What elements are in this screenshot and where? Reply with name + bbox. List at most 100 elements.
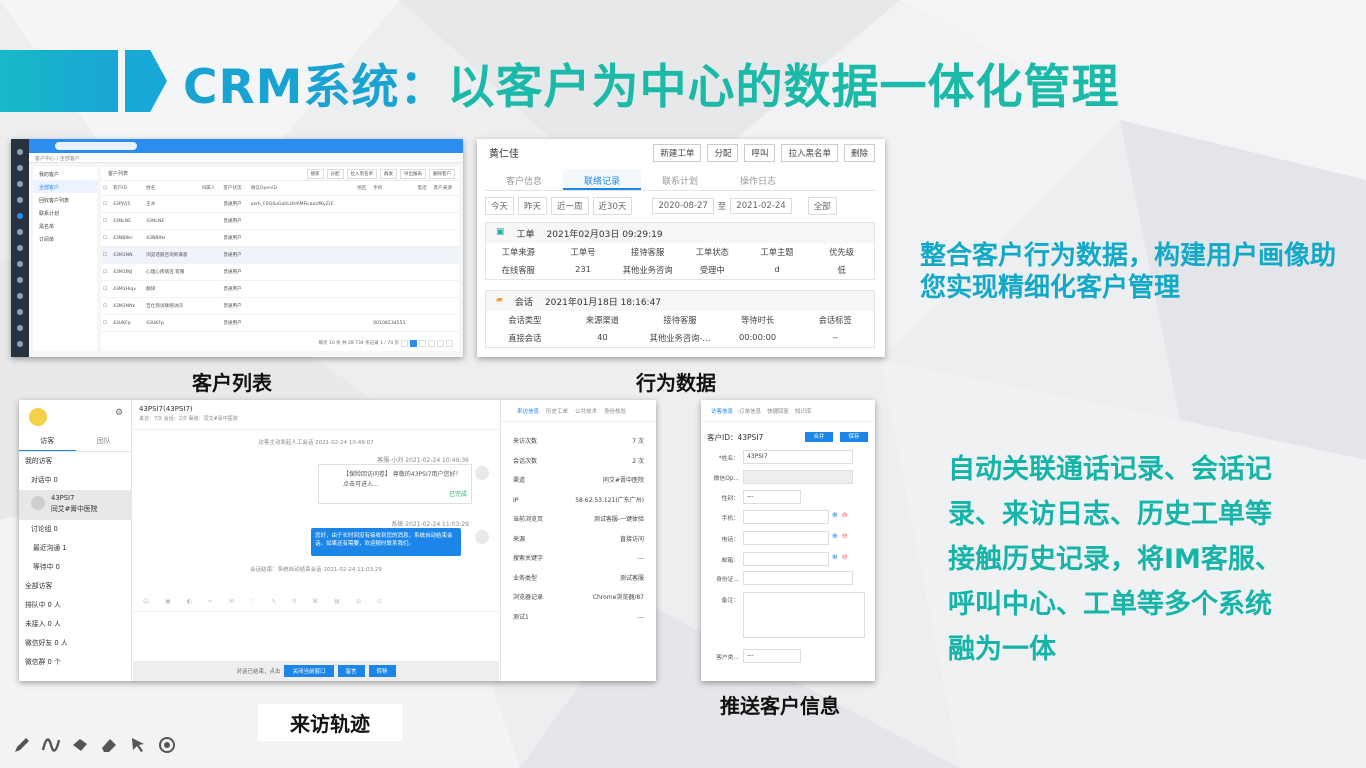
row-checkbox[interactable]: ☐	[101, 229, 111, 247]
toolbar-button[interactable]: 群发	[380, 168, 397, 179]
nav-item[interactable]: 回收客户列表	[33, 193, 97, 206]
filter-week[interactable]: 近一周	[551, 197, 589, 215]
editor-toolbar[interactable]: ☺ ▣ ◐ ✂ ✉ ♡ ✎ ⚲ ⌘ ▤ ◎ ⊙	[133, 598, 499, 612]
list-item[interactable]: 43PSI7 同艾#膏中医院	[19, 490, 132, 520]
filter-30days[interactable]: 近30天	[592, 197, 633, 215]
column-header[interactable]: 微信OpenID	[248, 181, 356, 196]
field-input[interactable]: 43PSI7	[743, 450, 853, 464]
tab-operation-log[interactable]: 操作日志	[719, 169, 797, 190]
table-row[interactable]: ☐ 43NB9kr 43NB9kr 普通用户	[101, 229, 459, 247]
target-icon[interactable]	[157, 735, 177, 755]
column-header[interactable]: 归属人	[199, 181, 222, 196]
column-header[interactable]: 电话	[415, 181, 432, 196]
column-header[interactable]: 客户来源	[431, 181, 459, 196]
list-item[interactable]: 对话中 0	[19, 471, 132, 490]
list-item[interactable]: 微信好友 0 人	[19, 634, 132, 653]
list-item[interactable]: 讨论组 0	[19, 520, 132, 539]
row-checkbox[interactable]: ☐	[101, 297, 111, 315]
toolbar-button[interactable]: 分配	[326, 168, 344, 179]
add-remove-icon[interactable]: ⊕ ⊖	[832, 532, 848, 540]
toolbar-button[interactable]: 导出报表	[400, 168, 426, 179]
new-ticket-button[interactable]: 新建工单	[653, 144, 702, 162]
list-item[interactable]: 最近沟通 1	[19, 539, 132, 558]
tab-history-tickets[interactable]: 历史工单	[546, 407, 568, 415]
delete-button[interactable]: 删除	[843, 144, 875, 162]
nav-item[interactable]: 订阅单	[33, 232, 97, 245]
tab-customer-info[interactable]: 客户信息	[485, 169, 563, 190]
table-row[interactable]: ☐ 43M1fNJ 心理心疾病咨 客服 普通用户	[101, 263, 459, 281]
gear-icon[interactable]: ⚙	[115, 408, 123, 418]
nav-item[interactable]: 我的客户	[33, 167, 97, 180]
assign-button[interactable]: 分配	[707, 144, 739, 162]
nav-item[interactable]: 黑名单	[33, 219, 97, 232]
tab-contact-plan[interactable]: 联系计划	[641, 169, 719, 190]
list-item[interactable]: 全部访客	[19, 577, 132, 596]
pen-icon[interactable]	[12, 735, 32, 755]
nav-item[interactable]: 全部客户	[33, 180, 97, 193]
scope-select[interactable]: 全部	[807, 197, 837, 215]
call-button[interactable]: 呼叫	[744, 144, 776, 162]
toolbar-button[interactable]: 删除客户	[429, 168, 455, 179]
eraser-icon[interactable]	[99, 735, 119, 755]
filter-today[interactable]: 今天	[485, 197, 515, 215]
field-input[interactable]	[743, 531, 829, 545]
table-row[interactable]: ☐ 43NLNE 43NLNE 普通用户	[101, 212, 459, 230]
tab-visitors[interactable]: 访客	[19, 432, 76, 451]
save-button[interactable]: 保存	[840, 432, 868, 442]
tab-public-tech[interactable]: 公共技术	[575, 407, 597, 415]
column-header[interactable]: 手机	[371, 181, 416, 196]
highlighter-icon[interactable]	[70, 735, 90, 755]
column-header[interactable]: 客户状态	[221, 181, 249, 196]
list-item[interactable]: 等待中 0	[19, 558, 132, 577]
leave-message-button[interactable]: 留言	[337, 665, 365, 677]
tab-order-info[interactable]: 订单信息	[739, 407, 761, 415]
column-header[interactable]: 客户ID	[110, 181, 145, 196]
transfer-button[interactable]: 转移	[368, 665, 396, 677]
list-item[interactable]: 排队中 0 人	[19, 596, 132, 615]
filter-yesterday[interactable]: 昨天	[518, 197, 548, 215]
field-input[interactable]	[743, 552, 829, 566]
add-remove-icon[interactable]: ⊕ ⊖	[832, 511, 848, 519]
table-row[interactable]: ☐ 43PJVj5 王水 普通用户 ozrh_F0Q4uGahLOHhMFicaaUfK…	[101, 195, 459, 213]
field-input[interactable]	[743, 592, 865, 638]
pointer-icon[interactable]	[128, 735, 148, 755]
row-checkbox[interactable]: ☐	[101, 212, 111, 230]
date-from[interactable]: 2020-08-27	[652, 198, 714, 214]
list-item[interactable]: 未接入 0 人	[19, 615, 132, 634]
tab-knowledge-base[interactable]: 知识库	[795, 407, 812, 415]
select-all-checkbox[interactable]: ☐	[101, 181, 111, 196]
nav-item[interactable]: 联系计划	[33, 206, 97, 219]
pagination[interactable]: 每页 10 条 共 28 734 条记录 1 / 74 页	[319, 340, 453, 347]
tab-visit-info[interactable]: 来访信息	[517, 407, 539, 415]
row-checkbox[interactable]: ☐	[101, 195, 111, 213]
date-to[interactable]: 2021-02-24	[730, 198, 792, 214]
list-item[interactable]: 我的访客	[19, 452, 132, 471]
table-row[interactable]: ☐ 43M1NNk 吉仕测试联络访问 普通用户	[101, 297, 459, 315]
tab-visitor-info[interactable]: 访客信息	[711, 407, 733, 415]
row-checkbox[interactable]: ☐	[101, 263, 111, 281]
merge-button[interactable]: 合并	[805, 432, 833, 442]
table-row[interactable]: ☐ 43M3Hlqv 翻译 普通用户	[101, 280, 459, 298]
field-input[interactable]: ---	[743, 490, 801, 504]
blacklist-button[interactable]: 拉入黑名单	[781, 144, 838, 162]
field-input[interactable]	[743, 510, 829, 524]
table-row[interactable]: ☐ 43M1NN 浏览话题咨询到满意 普通用户	[101, 246, 459, 264]
add-remove-icon[interactable]: ⊕ ⊖	[832, 553, 848, 561]
tab-team[interactable]: 团队	[76, 432, 133, 451]
toolbar-button[interactable]: 拉入黑名单	[346, 168, 377, 179]
field-input[interactable]	[743, 470, 853, 484]
toolbar-button[interactable]: 搜索	[306, 168, 324, 179]
curve-icon[interactable]	[41, 735, 61, 755]
column-header[interactable]: 地区	[355, 181, 372, 196]
row-checkbox[interactable]: ☐	[101, 314, 111, 332]
row-checkbox[interactable]: ☐	[101, 280, 111, 298]
survey-card[interactable]: 【保险回访问卷】 尊敬的43PSI7用户您好！点击可进入... 已完成	[318, 464, 472, 504]
list-item[interactable]: 微信群 0 个	[19, 653, 132, 672]
tab-contact-records[interactable]: 联络记录	[563, 169, 641, 190]
field-input[interactable]	[743, 571, 853, 585]
field-input[interactable]: ---	[743, 649, 801, 663]
tab-quick-reply[interactable]: 快捷回复	[767, 407, 789, 415]
close-window-button[interactable]: 关闭当前窗口	[284, 665, 334, 677]
column-header[interactable]: 姓名	[144, 181, 200, 196]
tab-identity[interactable]: 身份核验	[604, 407, 626, 415]
